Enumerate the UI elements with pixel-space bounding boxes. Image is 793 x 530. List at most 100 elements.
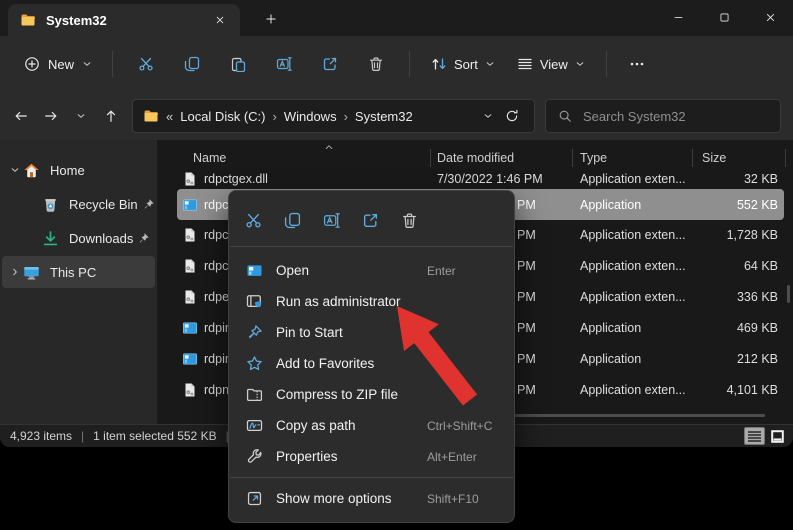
address-chevron-down-icon[interactable] bbox=[483, 111, 493, 121]
quick-delete-button[interactable] bbox=[397, 208, 421, 232]
pinned-icon bbox=[142, 198, 155, 211]
breadcrumb-overflow[interactable]: « bbox=[166, 109, 173, 124]
dll-file-icon bbox=[182, 289, 198, 305]
quick-share-button[interactable] bbox=[358, 208, 382, 232]
zip-icon bbox=[246, 386, 263, 403]
refresh-button[interactable] bbox=[500, 104, 524, 128]
minimize-icon bbox=[673, 12, 684, 23]
recent-locations-button[interactable] bbox=[66, 101, 96, 131]
rename-button[interactable] bbox=[261, 47, 307, 81]
chevron-right-icon[interactable] bbox=[10, 267, 20, 277]
sidebar-item-downloads[interactable]: Downloads bbox=[2, 222, 155, 254]
breadcrumb-local-disk[interactable]: Local Disk (C:) bbox=[180, 109, 265, 124]
vertical-scrollbar[interactable] bbox=[787, 285, 790, 303]
file-type: Application bbox=[580, 189, 641, 220]
context-menu-item-show-more-options[interactable]: Show more optionsShift+F10 bbox=[233, 483, 510, 514]
tab-system32[interactable]: System32 bbox=[8, 4, 240, 36]
sidebar: HomeRecycle Bin Downloads This PC bbox=[0, 140, 157, 424]
quick-cut-button[interactable] bbox=[241, 208, 265, 232]
delete-button[interactable] bbox=[353, 47, 399, 81]
delete-icon bbox=[401, 212, 418, 229]
share-button[interactable] bbox=[307, 47, 353, 81]
sidebar-item-home[interactable]: Home bbox=[2, 154, 155, 186]
column-header-name[interactable]: Name bbox=[193, 151, 226, 165]
search-box[interactable] bbox=[545, 99, 781, 133]
context-menu-items: OpenEnterRun as administratorPin to Star… bbox=[229, 250, 514, 516]
context-menu-item-copy-as-path[interactable]: Copy as path Ctrl+Shift+C bbox=[233, 410, 510, 441]
favorite-star-icon bbox=[246, 355, 263, 372]
column-header-size[interactable]: Size bbox=[702, 151, 726, 165]
sidebar-item-this-pc[interactable]: This PC bbox=[2, 256, 155, 288]
quick-rename-button[interactable] bbox=[319, 208, 343, 232]
details-view-button[interactable] bbox=[744, 427, 765, 445]
share-icon bbox=[322, 56, 338, 72]
new-button[interactable]: New bbox=[14, 47, 102, 81]
file-size: 64 KB bbox=[637, 252, 778, 280]
minimize-button[interactable] bbox=[655, 0, 701, 35]
search-input[interactable] bbox=[581, 108, 768, 125]
copy-button[interactable] bbox=[169, 47, 215, 81]
sidebar-item-label: This PC bbox=[50, 265, 149, 280]
see-more-button[interactable] bbox=[617, 47, 657, 81]
new-button-label: New bbox=[48, 57, 74, 72]
share-icon bbox=[362, 212, 379, 229]
context-menu-item-add-to-favorites[interactable]: Add to Favorites bbox=[233, 348, 510, 379]
address-bar-row: « Local Disk (C:) › Windows › System32 bbox=[0, 92, 793, 140]
sidebar-item-label: Downloads bbox=[69, 231, 133, 246]
cut-button[interactable] bbox=[123, 47, 169, 81]
paste-button[interactable] bbox=[215, 47, 261, 81]
command-bar: New Sort View bbox=[0, 36, 793, 92]
quick-copy-button[interactable] bbox=[280, 208, 304, 232]
menu-item-shortcut: Ctrl+Shift+C bbox=[427, 419, 497, 433]
folder-icon bbox=[143, 108, 159, 124]
forward-button[interactable] bbox=[36, 101, 66, 131]
nav-buttons bbox=[6, 101, 126, 131]
recycle-bin-icon bbox=[42, 196, 59, 213]
plus-icon bbox=[265, 13, 277, 25]
large-icons-view-button[interactable] bbox=[767, 427, 788, 445]
refresh-icon bbox=[505, 109, 519, 123]
sidebar-item-recycle-bin[interactable]: Recycle Bin bbox=[2, 188, 155, 220]
column-header-type[interactable]: Type bbox=[580, 151, 607, 165]
app-file-icon bbox=[182, 197, 198, 213]
pinned-icon bbox=[137, 232, 150, 245]
open-icon bbox=[246, 262, 263, 279]
copy-icon bbox=[184, 56, 200, 72]
context-menu-item-properties[interactable]: PropertiesAlt+Enter bbox=[233, 441, 510, 472]
back-button[interactable] bbox=[6, 101, 36, 131]
column-header-date-modified[interactable]: Date modified bbox=[437, 151, 514, 165]
file-icon bbox=[182, 189, 198, 220]
menu-item-label: Copy as path bbox=[276, 418, 356, 433]
sort-button-label: Sort bbox=[454, 57, 478, 72]
new-tab-button[interactable] bbox=[256, 7, 286, 31]
chevron-spacer bbox=[10, 199, 39, 209]
view-button[interactable]: View bbox=[506, 47, 596, 81]
maximize-button[interactable] bbox=[701, 0, 747, 35]
file-size: 336 KB bbox=[637, 283, 778, 311]
address-bar[interactable]: « Local Disk (C:) › Windows › System32 bbox=[132, 99, 535, 133]
up-button[interactable] bbox=[96, 101, 126, 131]
context-menu-quick-actions bbox=[229, 197, 514, 243]
chevron-down-icon bbox=[76, 111, 86, 121]
search-icon bbox=[558, 109, 572, 123]
downloads-icon bbox=[42, 230, 59, 247]
context-menu-item-open[interactable]: OpenEnter bbox=[233, 255, 510, 286]
toolbar-icon-buttons bbox=[123, 47, 399, 81]
menu-item-label: Compress to ZIP file bbox=[276, 387, 398, 402]
maximize-icon bbox=[719, 12, 730, 23]
circle-plus-icon bbox=[24, 56, 40, 72]
chevron-down-icon[interactable] bbox=[10, 165, 20, 175]
sort-ascending-caret-icon bbox=[323, 142, 335, 152]
breadcrumb-system32[interactable]: System32 bbox=[355, 109, 413, 124]
back-icon bbox=[14, 109, 28, 123]
breadcrumb-windows[interactable]: Windows bbox=[284, 109, 337, 124]
file-icon bbox=[182, 376, 198, 404]
close-button[interactable] bbox=[747, 0, 793, 35]
context-menu-item-pin-to-start[interactable]: Pin to Start bbox=[233, 317, 510, 348]
sort-button[interactable]: Sort bbox=[420, 47, 506, 81]
context-menu-item-compress-to-zip-file[interactable]: Compress to ZIP file bbox=[233, 379, 510, 410]
tab-close-button[interactable] bbox=[208, 8, 232, 32]
context-menu-item-run-as-administrator[interactable]: Run as administrator bbox=[233, 286, 510, 317]
menu-item-label: Properties bbox=[276, 449, 338, 464]
chevron-down-icon bbox=[82, 59, 92, 69]
